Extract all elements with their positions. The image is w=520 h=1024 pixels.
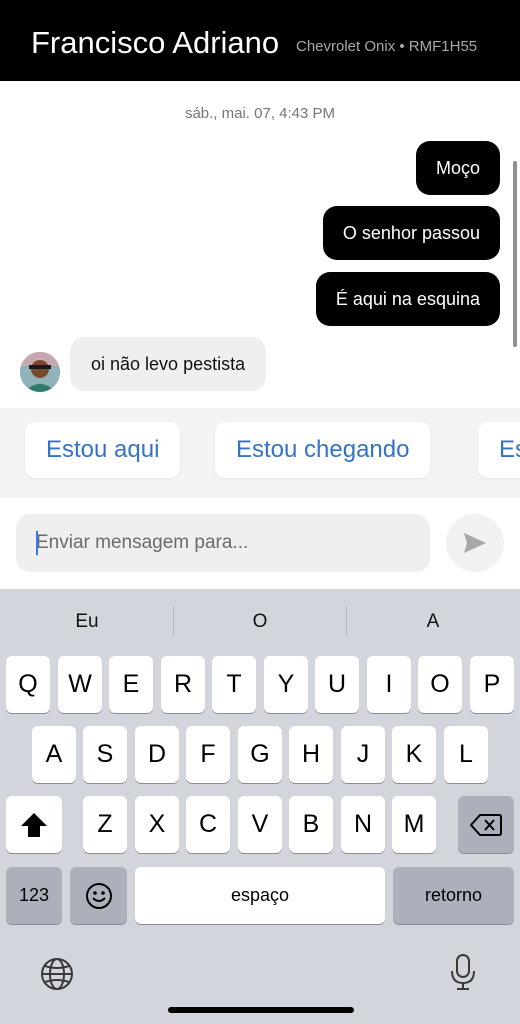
- key-z[interactable]: Z: [83, 796, 127, 853]
- shift-key[interactable]: [6, 796, 62, 853]
- globe-icon[interactable]: [40, 957, 74, 991]
- key-y[interactable]: Y: [264, 656, 308, 713]
- message-input[interactable]: [16, 514, 430, 572]
- outgoing-message[interactable]: O senhor passou: [322, 206, 500, 260]
- key-j[interactable]: J: [341, 726, 385, 783]
- key-e[interactable]: E: [109, 656, 153, 713]
- suggestion-1[interactable]: Eu: [1, 589, 173, 655]
- key-k[interactable]: K: [392, 726, 436, 783]
- quick-reply-partial[interactable]: Es: [478, 422, 520, 478]
- message-timestamp: sáb., mai. 07, 4:43 PM: [184, 105, 336, 122]
- key-b[interactable]: B: [289, 796, 333, 853]
- backspace-icon: [469, 814, 502, 836]
- key-p[interactable]: P: [470, 656, 514, 713]
- suggestion-3[interactable]: A: [347, 589, 519, 655]
- home-indicator: [168, 1007, 354, 1013]
- key-x[interactable]: X: [135, 796, 179, 853]
- numbers-key[interactable]: 123: [6, 867, 62, 924]
- key-n[interactable]: N: [341, 796, 385, 853]
- vehicle-info: Chevrolet Onix • RMF1H55: [296, 38, 478, 55]
- chat-header: Francisco Adriano Chevrolet Onix • RMF1H…: [0, 0, 520, 81]
- key-o[interactable]: O: [418, 656, 462, 713]
- outgoing-message[interactable]: Moço: [415, 141, 500, 195]
- key-v[interactable]: V: [238, 796, 282, 853]
- driver-avatar: [20, 352, 60, 392]
- key-a[interactable]: A: [32, 726, 76, 783]
- quick-reply-estou-chegando[interactable]: Estou chegando: [215, 422, 431, 478]
- emoji-key[interactable]: [70, 867, 127, 924]
- key-g[interactable]: G: [238, 726, 282, 783]
- message-list[interactable]: sáb., mai. 07, 4:43 PM Moço O senhor pas…: [0, 81, 520, 408]
- emoji-icon: [85, 883, 112, 909]
- shift-arrow-icon: [21, 813, 47, 837]
- send-button[interactable]: [446, 514, 504, 572]
- suggestion-2[interactable]: O: [174, 589, 346, 655]
- key-s[interactable]: S: [83, 726, 127, 783]
- return-key[interactable]: retorno: [393, 867, 514, 924]
- key-i[interactable]: I: [367, 656, 411, 713]
- key-r[interactable]: R: [161, 656, 205, 713]
- key-u[interactable]: U: [315, 656, 359, 713]
- quick-replies: Estou aqui Estou chegando Es: [0, 408, 520, 498]
- key-m[interactable]: M: [392, 796, 436, 853]
- space-key[interactable]: espaço: [135, 867, 385, 924]
- key-w[interactable]: W: [58, 656, 102, 713]
- microphone-icon[interactable]: [450, 953, 476, 991]
- key-l[interactable]: L: [444, 726, 488, 783]
- quick-reply-estou-aqui[interactable]: Estou aqui: [25, 422, 181, 478]
- outgoing-message[interactable]: É aqui na esquina: [315, 272, 500, 326]
- driver-name: Francisco Adriano: [31, 26, 280, 60]
- keyboard: Eu O A Q W E R T Y U I O P A S D F G H J…: [0, 589, 520, 1024]
- key-f[interactable]: F: [186, 726, 230, 783]
- key-c[interactable]: C: [186, 796, 230, 853]
- message-composer: [0, 498, 520, 589]
- key-t[interactable]: T: [212, 656, 256, 713]
- key-q[interactable]: Q: [6, 656, 50, 713]
- key-d[interactable]: D: [135, 726, 179, 783]
- text-caret: [36, 531, 38, 555]
- key-h[interactable]: H: [289, 726, 333, 783]
- incoming-message[interactable]: oi não levo pestista: [70, 337, 267, 391]
- send-arrow-icon: [464, 533, 486, 553]
- scrollbar[interactable]: [513, 161, 517, 347]
- backspace-key[interactable]: [458, 796, 514, 853]
